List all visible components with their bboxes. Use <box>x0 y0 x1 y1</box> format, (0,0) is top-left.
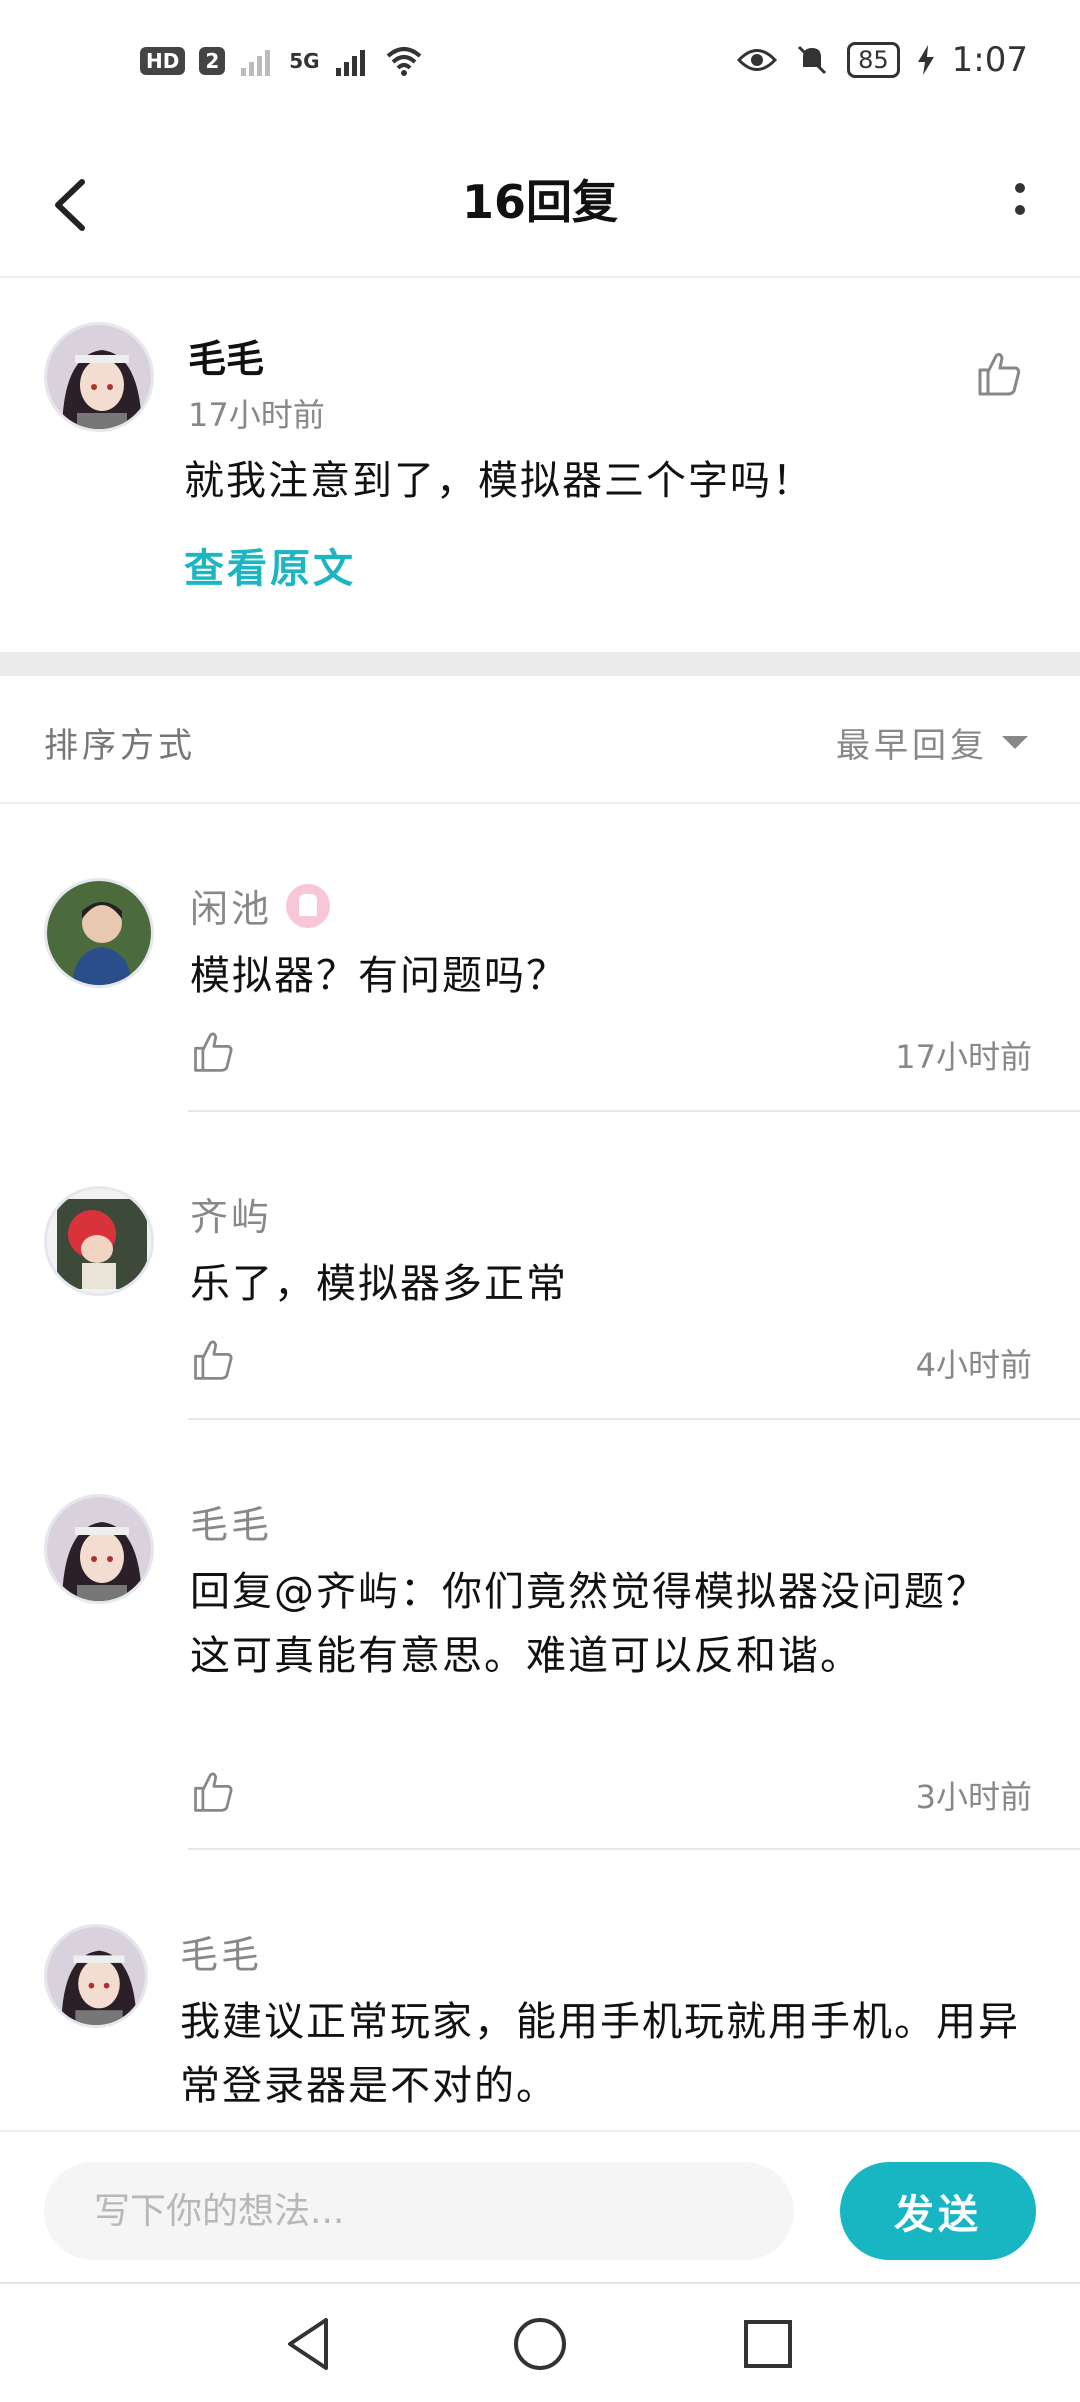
sim-badge: 2 <box>199 47 226 75</box>
nav-recents-icon[interactable] <box>736 2312 800 2376</box>
thumbs-up-icon[interactable] <box>190 1028 236 1074</box>
top-app-bar: 16回复 <box>0 130 1080 278</box>
reply-item: 毛毛 回复@齐屿：你们竟然觉得模拟器没问题？这可真能有意思。难道可以反和谐。 3… <box>0 1494 1080 1850</box>
page-title: 16回复 <box>461 175 618 229</box>
divider <box>188 1418 1080 1420</box>
network-label: 5G <box>289 49 320 73</box>
sort-label: 排序方式 <box>44 726 196 766</box>
sort-bar: 排序方式 最早回复 <box>0 676 1080 804</box>
reply-text: 模拟器？有问题吗？ <box>190 953 568 999</box>
comment-author[interactable]: 毛毛 <box>188 328 264 383</box>
reply-item: 闲池 模拟器？有问题吗？ 17小时前 <box>0 878 1080 1112</box>
reply-author[interactable]: 闲池 <box>190 878 331 933</box>
clock: 1:07 <box>951 40 1028 80</box>
reply-item: 齐屿 乐了，模拟器多正常 4小时前 <box>0 1186 1080 1420</box>
view-original-link[interactable]: 查看原文 <box>184 536 356 594</box>
reply-author-name: 闲池 <box>190 887 273 931</box>
hd-badge: HD <box>140 47 186 75</box>
section-divider <box>0 652 1080 676</box>
comment-text: 就我注意到了，模拟器三个字吗！ <box>184 458 814 504</box>
reply-text: 回复@齐屿：你们竟然觉得模拟器没问题？这可真能有意思。难道可以反和谐。 <box>190 1569 988 1679</box>
divider <box>188 1848 1080 1850</box>
reply-text: 乐了，模拟器多正常 <box>190 1261 568 1307</box>
avatar[interactable] <box>44 1186 154 1296</box>
reply-author[interactable]: 毛毛 <box>180 1924 262 1979</box>
avatar[interactable] <box>44 1494 154 1604</box>
more-options-icon[interactable] <box>1000 170 1040 240</box>
send-button[interactable]: 发送 <box>840 2162 1036 2260</box>
wifi-icon <box>386 47 421 76</box>
reply-time: 3小时前 <box>915 1778 1032 1816</box>
sort-dropdown[interactable]: 最早回复 <box>836 718 1028 767</box>
status-left: HD 2 5G <box>140 44 424 78</box>
status-right: 85 1:07 <box>737 40 1028 80</box>
reply-time: 17小时前 <box>895 1038 1032 1076</box>
reply-author[interactable]: 齐屿 <box>190 1186 272 1241</box>
nav-home-icon[interactable] <box>508 2312 572 2376</box>
nav-back-icon[interactable] <box>278 2312 342 2376</box>
caret-down-icon <box>1002 736 1028 749</box>
mute-bell-icon <box>798 45 827 75</box>
reply-time: 4小时前 <box>915 1346 1032 1384</box>
signal-icon <box>335 50 365 76</box>
avatar[interactable] <box>44 322 154 432</box>
system-nav-bar <box>0 2282 1080 2402</box>
reply-author-name: 毛毛 <box>180 1933 263 1977</box>
comment-input[interactable] <box>44 2162 794 2260</box>
signal-off-icon <box>241 50 271 76</box>
avatar[interactable] <box>44 878 154 988</box>
reply-item: 毛毛 我建议正常玩家，能用手机玩就用手机。用异常登录器是不对的。 <box>0 1924 1080 2130</box>
reply-author[interactable]: 毛毛 <box>190 1494 272 1549</box>
comment-composer: 发送 <box>0 2130 1080 2284</box>
battery-indicator: 85 <box>847 42 900 78</box>
charging-icon <box>917 45 934 75</box>
eye-icon <box>737 49 778 71</box>
status-bar: HD 2 5G 85 1:07 <box>0 0 1080 130</box>
sort-value: 最早回复 <box>836 726 988 766</box>
reply-author-name: 齐屿 <box>190 1195 273 1239</box>
divider <box>188 1110 1080 1112</box>
thumbs-up-icon[interactable] <box>190 1768 236 1814</box>
original-comment: 毛毛 17小时前 就我注意到了，模拟器三个字吗！ 查看原文 <box>0 278 1080 650</box>
reply-text: 我建议正常玩家，能用手机玩就用手机。用异常登录器是不对的。 <box>180 1999 1020 2109</box>
thumbs-up-icon[interactable] <box>974 348 1024 398</box>
comment-time: 17小时前 <box>188 396 325 434</box>
user-badge-icon <box>286 883 331 928</box>
avatar[interactable] <box>44 1924 148 2028</box>
thumbs-up-icon[interactable] <box>190 1336 236 1382</box>
reply-author-name: 毛毛 <box>190 1503 273 1547</box>
